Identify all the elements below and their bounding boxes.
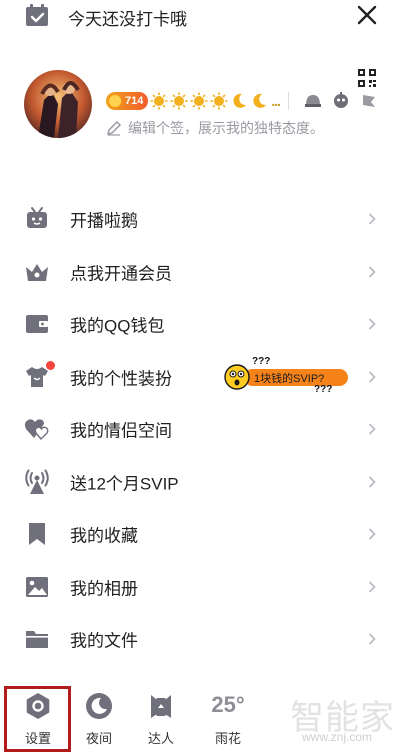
menu-item-album[interactable]: 我的相册 [0,561,400,614]
menu-item-label: 开播啦鹅 [70,211,138,231]
menu-item-gift-svip[interactable]: 送12个月SVIP [0,456,400,509]
expert-button[interactable]: 达人 [131,684,191,750]
notification-dot [46,360,55,370]
sun-badge-icon [170,92,188,110]
top-bar: 今天还没打卡哦 [0,0,400,36]
promo-question-marks: ??? [252,355,271,367]
chevron-right-icon [368,213,376,225]
temperature-value: 25° [211,692,245,717]
watermark: 智能家 www.znj.com [290,690,400,750]
menu-item-label: 我的个性装扮 [70,369,172,389]
menu-item-wallet[interactable]: 我的QQ钱包 [0,298,400,351]
chevron-right-icon [368,528,376,540]
menu-item-theme[interactable]: 我的个性装扮 ??? 1块钱的SVIP? ??? [0,351,400,404]
hearts-icon [24,419,49,441]
live-broadcast-icon [27,207,47,229]
avatar[interactable] [24,70,92,138]
svip-promo-banner[interactable]: ??? 1块钱的SVIP? ??? [222,355,348,395]
signature-text: 编辑个签，展示我的独特态度。 [128,120,324,136]
menu-item-favorites[interactable]: 我的收藏 [0,508,400,561]
night-mode-label: 夜间 [85,731,112,746]
chevron-right-icon [368,266,376,278]
weather-widget[interactable]: 25° 雨花 [198,684,258,750]
more-badges-icon: ... [271,93,281,109]
checkin-status-text[interactable]: 今天还没打卡哦 [68,5,187,30]
menu-item-label: 我的相册 [70,579,138,599]
folder-icon [26,631,48,649]
drawer-menu: 开播啦鹅 点我开通会员 我的QQ钱包 我的个性装扮 ??? 1块钱的SVIP? … [0,193,400,666]
flag-badge-icon [363,95,376,107]
broadcast-tower-icon [25,469,49,494]
chevron-right-icon [368,581,376,593]
close-icon[interactable] [356,4,378,26]
menu-item-label: 点我开通会员 [70,264,172,284]
moon-badge-icon [253,93,267,108]
pencil-icon [106,120,122,136]
menu-item-couple-space[interactable]: 我的情侣空间 [0,403,400,456]
settings-highlight-box [4,686,71,752]
sun-badge-icon [150,92,168,110]
sun-badge-icon [210,92,228,110]
profile-section: 714 ... 编辑个签，展示我的独特态度。 [0,60,400,150]
chevron-right-icon [368,371,376,383]
watermark-url: www.znj.com [302,730,373,744]
qr-code-icon[interactable] [358,69,376,87]
expert-label: 达人 [147,731,174,746]
photo-icon [26,576,48,597]
chevron-right-icon [368,423,376,435]
menu-item-label: 我的QQ钱包 [70,316,165,336]
menu-item-live[interactable]: 开播啦鹅 [0,193,400,246]
badge-divider [288,92,290,110]
chevron-right-icon [368,318,376,330]
chevron-right-icon [368,476,376,488]
calendar-check-icon[interactable] [24,4,50,28]
level-pill: 714 [106,92,149,110]
menu-item-label: 我的文件 [70,631,138,651]
weather-location: 雨花 [214,731,241,746]
menu-item-label: 我的收藏 [70,526,138,546]
menu-item-label: 送12个月SVIP [70,474,179,494]
moon-badge-icon [233,93,247,108]
promo-question-marks: ??? [314,383,333,395]
crown-icon [26,263,48,281]
helmet-badge-icon [305,95,322,107]
chevron-right-icon [368,633,376,645]
level-badges[interactable]: 714 ... [106,90,379,112]
expert-badge-icon [151,695,171,718]
night-mode-button[interactable]: 夜间 [69,684,129,750]
sun-badge-icon [190,92,208,110]
moon-icon [86,693,112,719]
wallet-icon [26,315,48,334]
coin-icon [108,94,122,108]
menu-item-label: 我的情侣空间 [70,421,172,441]
bookmark-icon [29,523,45,546]
menu-item-files[interactable]: 我的文件 [0,613,400,666]
surprised-face-icon [224,363,250,390]
level-number: 714 [125,95,144,107]
menu-item-vip[interactable]: 点我开通会员 [0,246,400,299]
signature-row[interactable]: 编辑个签，展示我的独特态度。 [106,118,324,138]
robot-badge-icon [334,92,349,108]
